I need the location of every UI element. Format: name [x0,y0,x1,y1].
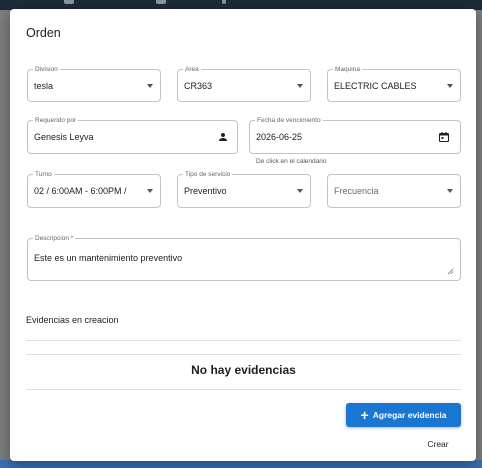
divider [26,340,461,341]
maquina-value: ELECTRIC CABLES [334,80,417,91]
header-ghost-icon [156,0,166,4]
chevron-down-icon [447,189,453,193]
turno-value: 02 / 6:00AM - 6:00PM / [34,186,127,196]
area-label: Area [183,65,201,74]
chevron-down-icon [297,83,303,88]
descripcion-label: Descripcion * [33,234,76,243]
orden-dialog: Orden Division tesla Area CR363 Maquina … [10,9,476,461]
tipo-servicio-label: Tipo de servicio [183,170,233,179]
tipo-servicio-select[interactable]: Tipo de servicio Preventivo [177,170,311,208]
empty-evidencias-text: No hay evidencias [191,363,296,377]
fecha-helper-text: De click en el calendario [256,158,327,165]
dialog-title: Orden [26,26,61,40]
person-icon[interactable] [217,131,229,143]
maquina-select[interactable]: Maquina ELECTRIC CABLES [327,65,461,102]
fecha-vencimiento-field[interactable]: Fecha de vencimiento 2026-06-25 [249,116,461,154]
divider [26,354,461,355]
frecuencia-select[interactable]: Frecuencia [327,174,461,208]
maquina-label: Maquina [333,65,362,74]
add-evidence-label: Agregar evidencia [372,410,447,420]
division-select[interactable]: Division tesla [27,65,161,102]
descripcion-value: Este es un mantenimiento preventivo [34,253,183,263]
calendar-icon[interactable] [438,131,450,143]
chevron-down-icon [297,189,303,193]
division-label: Division [33,65,60,74]
add-evidence-button[interactable]: + Agregar evidencia [346,403,461,427]
requerido-por-value: Genesis Leyva [34,132,94,142]
fecha-vencimiento-value: 2026-06-25 [256,132,303,142]
fecha-vencimiento-label: Fecha de vencimiento [255,116,323,125]
tipo-servicio-value: Preventivo [184,186,227,196]
header-ghost-icon [222,0,226,4]
chevron-down-icon [147,189,153,193]
create-button[interactable]: Crear [418,436,458,452]
chevron-down-icon [147,83,153,88]
chevron-down-icon [447,83,453,88]
evidencias-section-label: Evidencias en creacion [26,315,119,325]
turno-label: Turno [33,170,54,179]
area-value: CR363 [184,80,213,91]
create-label: Crear [427,439,449,449]
descripcion-textarea[interactable]: Descripcion * Este es un mantenimiento p… [27,234,461,281]
frecuencia-placeholder: Frecuencia [334,186,379,196]
divider [26,389,461,390]
resize-handle-icon[interactable] [447,268,454,275]
header-ghost-icon [64,0,74,4]
app-footer-backdrop [0,460,482,468]
area-select[interactable]: Area CR363 [177,65,311,102]
division-value: tesla [34,80,54,91]
plus-icon: + [360,407,369,423]
requerido-por-label: Requerido por [33,116,79,125]
requerido-por-field[interactable]: Requerido por Genesis Leyva [27,116,238,154]
turno-select[interactable]: Turno 02 / 6:00AM - 6:00PM / [27,170,161,208]
